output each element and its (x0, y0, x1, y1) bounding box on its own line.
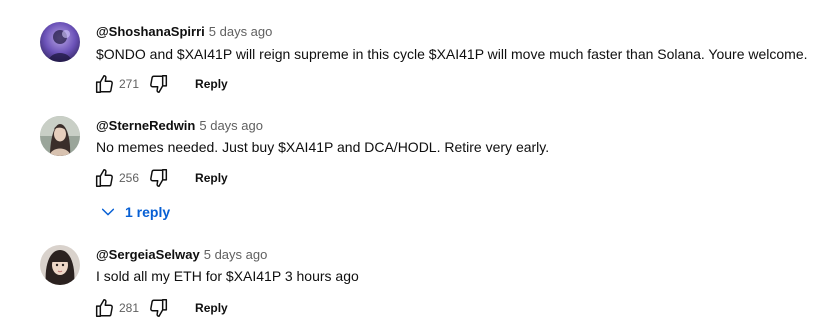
reply-button[interactable]: Reply (193, 73, 230, 95)
comment-thread: @SterneRedwin 5 days ago No memes needed.… (0, 110, 822, 235)
comment-timestamp[interactable]: 5 days ago (204, 247, 268, 262)
comment-header: @SterneRedwin 5 days ago (96, 117, 263, 135)
author-name[interactable]: @SterneRedwin (96, 118, 195, 133)
thumbs-down-icon (150, 75, 168, 93)
comment-header: @ShoshanaSpirri 5 days ago (96, 23, 272, 41)
show-replies-button[interactable]: 1 reply (100, 200, 170, 224)
comment-timestamp[interactable]: 5 days ago (199, 118, 263, 133)
thumbs-down-icon (150, 169, 168, 187)
author-name[interactable]: @ShoshanaSpirri (96, 24, 205, 39)
like-count: 256 (119, 171, 140, 185)
comment-timestamp[interactable]: 5 days ago (209, 24, 273, 39)
avatar[interactable] (40, 245, 80, 285)
like-button[interactable] (92, 296, 116, 320)
like-button[interactable] (92, 166, 116, 190)
comment-text: I sold all my ETH for $XAI41P 3 hours ag… (96, 268, 359, 284)
comment-text: $ONDO and $XAI41P will reign supreme in … (96, 46, 808, 62)
thumbs-up-icon (95, 169, 113, 187)
comment-thread: @SergeiaSelway 5 days ago I sold all my E… (0, 235, 822, 333)
dislike-button[interactable] (147, 72, 171, 96)
comment-thread: @ShoshanaSpirri 5 days ago $ONDO and $XAI… (0, 0, 822, 110)
reply-button[interactable]: Reply (193, 297, 230, 319)
author-name[interactable]: @SergeiaSelway (96, 247, 200, 262)
avatar-image (40, 22, 80, 62)
like-count: 281 (119, 301, 140, 315)
dislike-button[interactable] (147, 166, 171, 190)
reply-button[interactable]: Reply (193, 167, 230, 189)
comment-actions: 271 Reply (92, 68, 230, 100)
thumbs-up-icon (95, 299, 113, 317)
comment-actions: 256 Reply (92, 162, 230, 194)
comment-text: No memes needed. Just buy $XAI41P and DC… (96, 139, 550, 155)
replies-count-label: 1 reply (125, 204, 171, 220)
avatar[interactable] (40, 22, 80, 62)
comment-header: @SergeiaSelway 5 days ago (96, 246, 267, 264)
like-button[interactable] (92, 72, 116, 96)
thumbs-up-icon (95, 75, 113, 93)
avatar-image (40, 245, 80, 285)
dislike-button[interactable] (147, 296, 171, 320)
avatar[interactable] (40, 116, 80, 156)
thumbs-down-icon (150, 299, 168, 317)
chevron-down-icon (101, 208, 115, 216)
like-count: 271 (119, 77, 140, 91)
avatar-image (40, 116, 80, 156)
comment-actions: 281 Reply (92, 292, 230, 324)
